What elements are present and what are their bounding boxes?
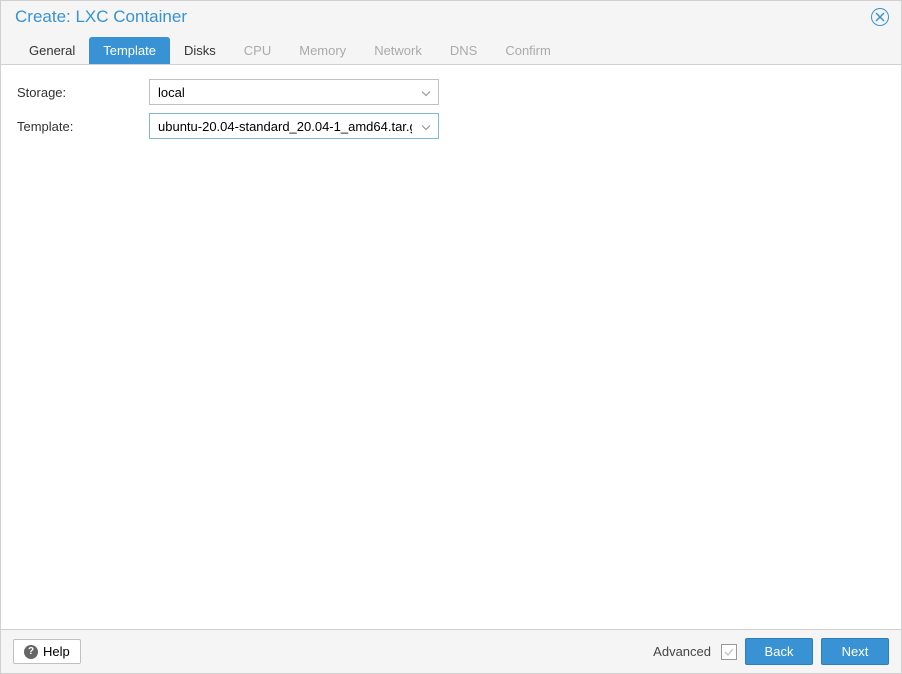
tab-general[interactable]: General bbox=[15, 37, 89, 64]
template-row: Template: bbox=[17, 113, 885, 139]
storage-select[interactable] bbox=[149, 79, 439, 105]
footer-right: Advanced Back Next bbox=[653, 638, 889, 665]
title-row: Create: LXC Container bbox=[1, 7, 901, 31]
advanced-checkbox[interactable] bbox=[721, 644, 737, 660]
close-button[interactable] bbox=[871, 8, 889, 26]
window-title: Create: LXC Container bbox=[15, 7, 187, 27]
close-icon bbox=[875, 12, 885, 22]
next-button[interactable]: Next bbox=[821, 638, 889, 665]
tab-network: Network bbox=[360, 37, 436, 64]
window-footer: ? Help Advanced Back Next bbox=[1, 629, 901, 673]
storage-input[interactable] bbox=[149, 79, 439, 105]
tab-disks[interactable]: Disks bbox=[170, 37, 230, 64]
tab-template[interactable]: Template bbox=[89, 37, 170, 64]
back-button[interactable]: Back bbox=[745, 638, 813, 665]
footer-left: ? Help bbox=[13, 639, 81, 664]
tab-memory: Memory bbox=[285, 37, 360, 64]
tab-dns: DNS bbox=[436, 37, 491, 64]
storage-row: Storage: bbox=[17, 79, 885, 105]
storage-label: Storage: bbox=[17, 85, 149, 100]
template-select[interactable] bbox=[149, 113, 439, 139]
wizard-tabs: General Template Disks CPU Memory Networ… bbox=[1, 31, 901, 64]
window-header: Create: LXC Container General Template D… bbox=[1, 1, 901, 65]
help-button[interactable]: ? Help bbox=[13, 639, 81, 664]
help-icon: ? bbox=[24, 645, 38, 659]
panel-body: Storage: Template: bbox=[1, 65, 901, 629]
template-input[interactable] bbox=[149, 113, 439, 139]
tab-confirm: Confirm bbox=[491, 37, 565, 64]
advanced-label: Advanced bbox=[653, 644, 711, 659]
create-lxc-container-window: Create: LXC Container General Template D… bbox=[0, 0, 902, 674]
check-icon bbox=[723, 646, 735, 658]
tab-cpu: CPU bbox=[230, 37, 285, 64]
help-button-label: Help bbox=[43, 644, 70, 659]
template-label: Template: bbox=[17, 119, 149, 134]
